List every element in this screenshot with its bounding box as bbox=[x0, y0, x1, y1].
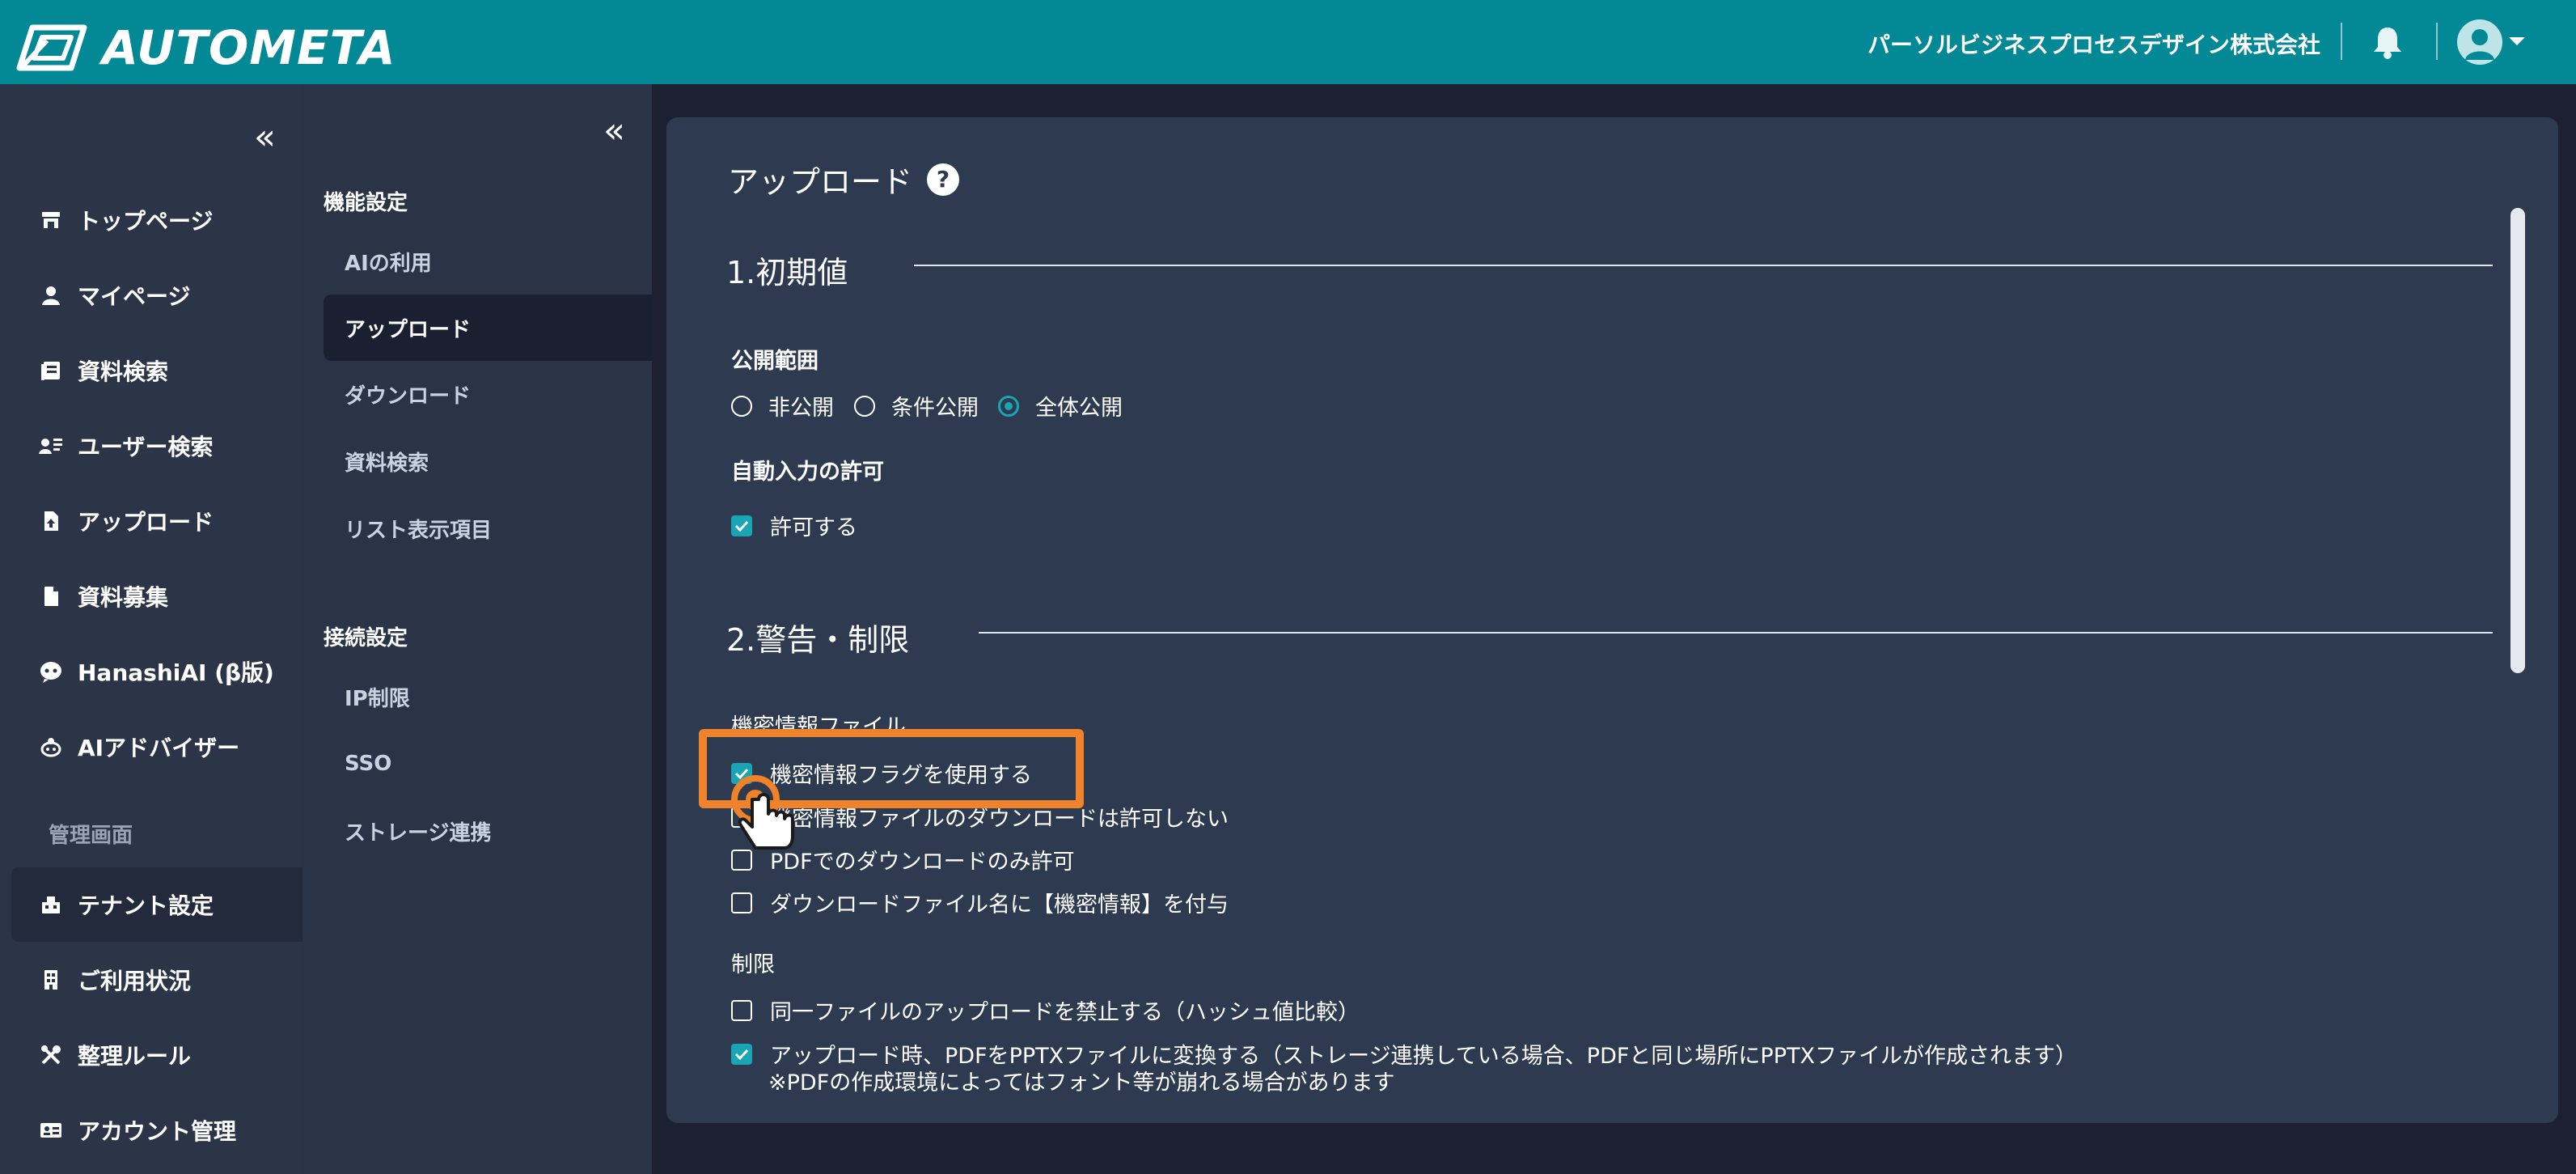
settings-card bbox=[666, 117, 2558, 1123]
sidebar-item-my-page[interactable]: マイページ bbox=[11, 258, 302, 333]
check-icon bbox=[734, 520, 749, 532]
help-icon[interactable]: ? bbox=[927, 163, 960, 196]
sidebar-item-upload[interactable]: アップロード bbox=[11, 484, 302, 558]
sidebar-collapse-button[interactable]: « bbox=[254, 120, 276, 155]
radio-public[interactable]: 全体公開 bbox=[998, 390, 1123, 422]
sidebar-item-label: アカウント管理 bbox=[78, 1118, 237, 1145]
sidebar-item-document-request[interactable]: 資料募集 bbox=[11, 559, 302, 634]
sidebar-item-ai-advisor[interactable]: AIアドバイザー bbox=[11, 710, 302, 784]
id-card-icon bbox=[40, 1123, 61, 1138]
visibility-label: 公開範囲 bbox=[731, 349, 818, 374]
radio-button[interactable] bbox=[731, 395, 752, 417]
radio-label: 条件公開 bbox=[891, 396, 979, 421]
page-title-text: アップロード bbox=[728, 164, 913, 200]
subnav-item-ip-restriction[interactable]: IP制限 bbox=[324, 663, 652, 730]
checkbox-label: 同一ファイルのアップロードを禁止する（ハッシュ値比較） bbox=[770, 1000, 1360, 1025]
restriction-label: 制限 bbox=[731, 952, 775, 977]
document-search-icon bbox=[41, 362, 60, 380]
hand-pointer-icon bbox=[731, 775, 794, 850]
header-divider bbox=[2436, 23, 2438, 60]
subnav-item-upload[interactable]: アップロード bbox=[324, 295, 652, 361]
company-name: パーソルビジネスプロセスデザイン株式会社 bbox=[1867, 32, 2320, 58]
pdf-conversion-note: ※PDFの作成環境によってはフォント等が崩れる場合があります bbox=[768, 1070, 1395, 1096]
auto-input-label: 自動入力の許可 bbox=[731, 460, 884, 485]
sidebar-item-document-search[interactable]: 資料検索 bbox=[11, 333, 302, 408]
user-search-icon bbox=[39, 439, 62, 454]
sidebar-item-usage-status[interactable]: ご利用状況 bbox=[11, 943, 302, 1017]
sidebar-item-label: HanashiAI (β版) bbox=[78, 659, 274, 686]
sidebar-item-label: マイページ bbox=[78, 283, 191, 310]
radio-button[interactable] bbox=[854, 395, 875, 417]
sidebar-item-label: 資料募集 bbox=[78, 584, 169, 611]
brand-name: AUTOMETA bbox=[102, 20, 396, 75]
checkbox-label: ダウンロードファイル名に【機密情報】を付与 bbox=[770, 892, 1229, 918]
tools-icon bbox=[41, 1045, 61, 1065]
logo-icon bbox=[16, 24, 87, 71]
checkbox-prohibit-duplicate-upload[interactable]: 同一ファイルのアップロードを禁止する（ハッシュ値比較） bbox=[731, 994, 1360, 1026]
sidebar-item-user-search[interactable]: ユーザー検索 bbox=[11, 409, 302, 483]
sidebar-item-label: ご利用状況 bbox=[78, 968, 192, 994]
brand-logo[interactable]: AUTOMETA bbox=[15, 19, 396, 76]
radio-private[interactable]: 非公開 bbox=[731, 390, 834, 422]
checkbox-label: PDFでのダウンロードのみ許可 bbox=[770, 850, 1075, 875]
subnav-item-list-display[interactable]: リスト表示項目 bbox=[324, 495, 652, 562]
sidebar-item-label: トップページ bbox=[78, 208, 214, 235]
section-warnings-restrictions: 2.警告・制限 bbox=[726, 622, 910, 658]
checkbox-unchecked[interactable] bbox=[731, 892, 752, 913]
subnav-item-document-search[interactable]: 資料検索 bbox=[324, 428, 652, 494]
subnav-group-connection-settings: 接続設定 bbox=[324, 626, 408, 651]
chat-bot-icon bbox=[40, 662, 61, 683]
sidebar-item-label: テナント設定 bbox=[78, 892, 214, 919]
header-divider bbox=[2341, 23, 2342, 60]
sidebar-item-hanashi-ai[interactable]: HanashiAI (β版) bbox=[11, 634, 302, 709]
sidebar-item-organize-rules[interactable]: 整理ルール bbox=[11, 1018, 302, 1092]
app-header: AUTOMETA パーソルビジネスプロセスデザイン株式会社 bbox=[0, 0, 2576, 84]
radio-conditional[interactable]: 条件公開 bbox=[854, 390, 979, 422]
sidebar-item-tenant-settings[interactable]: テナント設定 bbox=[11, 867, 302, 942]
store-icon bbox=[42, 212, 60, 228]
subnav-item-ai-usage[interactable]: AIの利用 bbox=[324, 228, 652, 295]
sidebar-item-account-management[interactable]: アカウント管理 bbox=[11, 1093, 302, 1168]
building-icon bbox=[44, 970, 57, 990]
user-avatar-icon[interactable] bbox=[2457, 19, 2502, 65]
sidebar-item-label: 資料検索 bbox=[78, 358, 169, 385]
admin-section-label: 管理画面 bbox=[49, 824, 133, 848]
checkbox-checked[interactable] bbox=[731, 1043, 752, 1065]
person-icon bbox=[42, 286, 60, 305]
subnav-item-storage-link[interactable]: ストレージ連携 bbox=[324, 798, 652, 864]
checkbox-unchecked[interactable] bbox=[731, 999, 752, 1021]
checkbox-checked[interactable] bbox=[731, 515, 752, 536]
file-icon bbox=[44, 587, 58, 606]
check-icon bbox=[734, 1049, 749, 1060]
scrollbar-thumb[interactable] bbox=[2510, 208, 2525, 673]
tenant-icon bbox=[42, 896, 60, 913]
subnav-item-download[interactable]: ダウンロード bbox=[324, 361, 652, 427]
sidebar-item-label: AIアドバイザー bbox=[78, 735, 240, 761]
sidebar-item-top-page[interactable]: トップページ bbox=[11, 183, 302, 257]
caret-down-icon[interactable] bbox=[2507, 36, 2527, 47]
subnav-item-sso[interactable]: SSO bbox=[324, 731, 652, 797]
advisor-icon bbox=[40, 738, 61, 757]
sidebar-item-label: 整理ルール bbox=[78, 1043, 192, 1070]
section-divider bbox=[914, 265, 2493, 266]
bell-icon[interactable] bbox=[2370, 24, 2405, 60]
checkbox-add-confidential-filename[interactable]: ダウンロードファイル名に【機密情報】を付与 bbox=[731, 887, 1229, 918]
sidebar-item-label: ユーザー検索 bbox=[78, 434, 214, 460]
section-divider bbox=[979, 632, 2493, 634]
subnav-group-feature-settings: 機能設定 bbox=[324, 191, 408, 215]
checkbox-allow-auto-input[interactable]: 許可する bbox=[731, 510, 857, 541]
section-initial-values: 1.初期値 bbox=[726, 255, 848, 290]
radio-button-selected[interactable] bbox=[998, 395, 1019, 417]
radio-label: 非公開 bbox=[768, 396, 834, 421]
subnav-collapse-button[interactable]: « bbox=[603, 113, 625, 149]
sidebar-item-label: アップロード bbox=[78, 509, 214, 536]
radio-label: 全体公開 bbox=[1035, 396, 1123, 421]
checkbox-label: 許可する bbox=[770, 515, 857, 540]
page-title: アップロード ? bbox=[728, 157, 960, 201]
file-upload-icon bbox=[44, 511, 58, 531]
